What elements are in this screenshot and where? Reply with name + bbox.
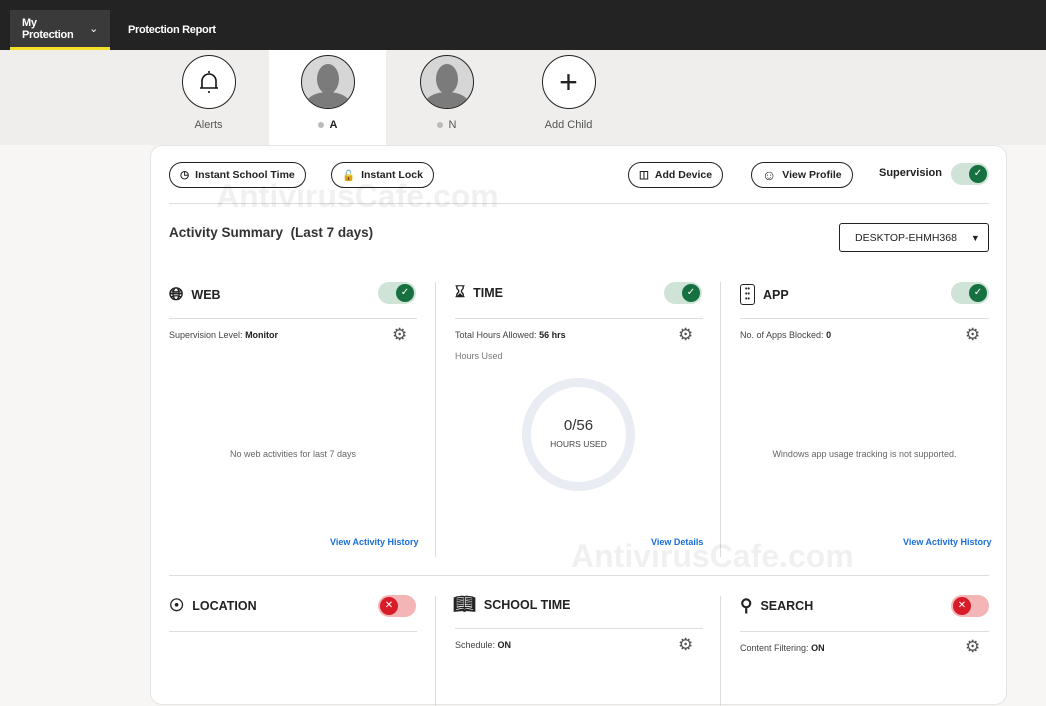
lock-icon: 🔓	[342, 169, 356, 182]
bell-icon	[181, 55, 236, 109]
view-profile-button[interactable]: ☺ View Profile	[751, 162, 853, 188]
school-time-settings-gear-icon[interactable]: ⚙	[678, 635, 693, 655]
profile-child-n[interactable]: N	[388, 50, 505, 145]
plus-icon: +	[541, 55, 596, 109]
hours-used-ring: 0/56 HOURS USED	[522, 378, 635, 491]
time-toggle[interactable]: ✓	[664, 282, 702, 304]
profile-bar: Alerts A N + Add Child	[0, 50, 1046, 145]
nav-protection-report[interactable]: Protection Report	[116, 10, 228, 50]
web-title: 🌐︎ WEB	[169, 284, 221, 304]
add-device-icon: ◫	[639, 169, 649, 181]
location-toggle[interactable]: ✕	[378, 595, 416, 617]
activity-card: ◷ Instant School Time 🔓 Instant Lock ◫ Add …	[150, 145, 1007, 706]
device-select[interactable]: DESKTOP-EHMH368 ▼	[839, 223, 989, 252]
web-settings-gear-icon[interactable]: ⚙	[392, 325, 407, 345]
supervision-toggle[interactable]: ✓	[951, 163, 989, 185]
hourglass-icon: ⌛︎	[455, 284, 466, 301]
globe-icon: 🌐︎	[169, 284, 184, 304]
web-toggle[interactable]: ✓	[378, 282, 416, 304]
search-icon: ⚲	[740, 596, 753, 615]
user-icon: ☺	[762, 167, 777, 183]
profile-child-a[interactable]: A	[269, 50, 386, 145]
instant-school-time-button[interactable]: ◷ Instant School Time	[169, 162, 306, 188]
search-toggle[interactable]: ✕	[951, 595, 989, 617]
instant-lock-button[interactable]: 🔓 Instant Lock	[331, 162, 434, 188]
nav-my-protection[interactable]: My Protection ⌄	[10, 10, 110, 50]
time-view-details-link[interactable]: View Details	[651, 537, 703, 547]
top-nav: My Protection ⌄ Protection Report	[0, 0, 1046, 50]
profile-alerts[interactable]: Alerts	[150, 50, 267, 145]
chevron-down-icon: ⌄	[89, 23, 98, 35]
add-child-button[interactable]: + Add Child	[510, 50, 627, 145]
app-grid-icon: •• •• ••	[740, 284, 755, 305]
school-book-icon: 📖︎	[453, 594, 476, 614]
avatar	[419, 55, 474, 109]
school-icon: ◷	[180, 169, 190, 181]
status-dot	[317, 122, 324, 128]
app-settings-gear-icon[interactable]: ⚙	[965, 325, 980, 345]
app-toggle[interactable]: ✓	[951, 282, 989, 304]
app-view-activity-history-link[interactable]: View Activity History	[903, 537, 992, 547]
time-settings-gear-icon[interactable]: ⚙	[678, 325, 693, 345]
search-settings-gear-icon[interactable]: ⚙	[965, 637, 980, 657]
status-dot	[436, 122, 443, 128]
web-view-activity-history-link[interactable]: View Activity History	[330, 537, 419, 547]
location-pin-icon: ☉	[169, 596, 185, 615]
avatar	[300, 55, 355, 109]
caret-down-icon: ▼	[970, 232, 980, 243]
add-device-button[interactable]: ◫ Add Device	[628, 162, 724, 188]
